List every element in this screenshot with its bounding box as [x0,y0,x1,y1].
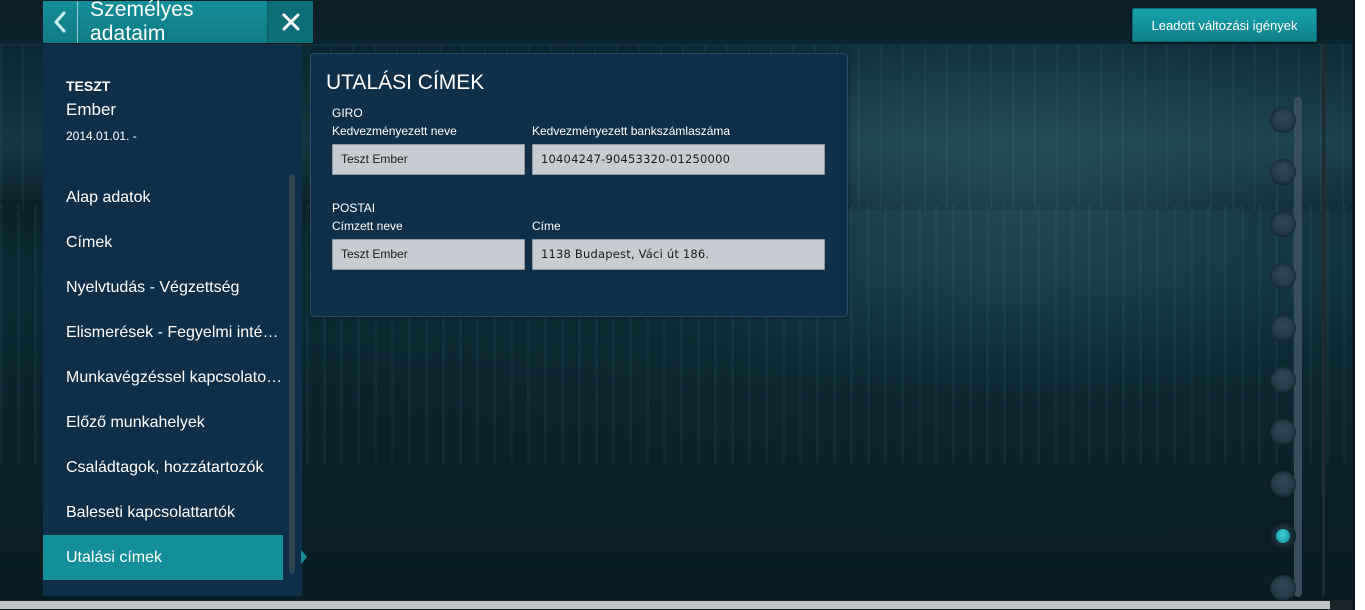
page-title: Személyes adataim [90,0,194,45]
back-button[interactable] [43,1,78,43]
sidebar-item-label: Címek [66,234,113,251]
recipient-address-label: Címe [532,219,561,233]
sidebar-item-label: Előző munkahelyek [66,414,205,431]
sidebar-item[interactable]: Alap adatok [43,175,283,220]
sidebar-item-label: Nyelvtudás - Végzettség [66,279,240,296]
sidebar-item[interactable]: Címek [43,220,283,265]
bank-address-card: UTALÁSI CÍMEK GIRO Kedvezményezett neve … [310,53,848,317]
sidebar-item-label: Baleseti kapcsolattartók [66,504,235,521]
card-title: UTALÁSI CÍMEK [326,71,485,94]
sidebar-scrollbar[interactable] [289,174,295,574]
horizontal-scrollbar-thumb[interactable] [0,601,1330,609]
sidebar-item[interactable]: Baleseti kapcsolattartók [43,490,283,535]
sidebar-item-label: Utalási címek [66,549,163,566]
page-dot[interactable] [1270,315,1296,341]
recipient-name-label: Címzett neve [332,219,403,233]
sidebar-item-label: Alap adatok [66,189,151,206]
page-dot[interactable] [1270,419,1296,445]
sidebar-item[interactable]: Elismerések - Fegyelmi intézke. [43,310,283,355]
sidebar-item-label: Elismerések - Fegyelmi intézke. [66,324,283,341]
sidebar-item[interactable]: Nyelvtudás - Végzettség [43,265,283,310]
close-icon [282,13,299,31]
beneficiary-account-label: Kedvezményezett bankszámlaszáma [532,124,731,138]
sidebar-item-label: Munkavégzéssel kapcsolatos ... [66,369,283,386]
window-edge [1352,0,1365,610]
page-dot-active[interactable] [1270,523,1296,549]
user-first-name: Ember [66,100,117,119]
user-date-range: 2014.01.01. - [66,129,137,143]
sidebar-nav: Alap adatok Címek Nyelvtudás - Végzettség E… [43,175,307,580]
page-dot[interactable] [1270,575,1296,601]
close-button[interactable] [267,1,313,43]
page-dot[interactable] [1270,159,1296,185]
user-last-name: TESZT [66,78,111,94]
sidebar-item-label: Családtagok, hozzátartozók [66,459,264,476]
page-dot[interactable] [1270,211,1296,237]
sidebar-item[interactable]: Előző munkahelyek [43,400,283,445]
page-dot[interactable] [1270,107,1296,133]
recipient-name-field[interactable]: Teszt Ember [332,239,525,270]
change-requests-button[interactable]: Leadott változási igények [1132,8,1317,42]
recipient-address-field[interactable]: 1138 Budapest, Váci út 186. [532,239,825,270]
page-dot[interactable] [1270,263,1296,289]
title-panel: Személyes adataim [43,0,313,45]
beneficiary-name-label: Kedvezményezett neve [332,124,457,138]
sidebar-item[interactable]: Utalási címek [43,535,307,580]
page-dot[interactable] [1270,367,1296,393]
right-frame [1322,44,1325,596]
sidebar-item[interactable]: Munkavégzéssel kapcsolatos ... [43,355,283,400]
chevron-left-icon [54,11,66,33]
giro-section-label: GIRO [332,106,363,120]
user-info: TESZT Ember 2014.01.01. - [66,78,137,143]
sidebar: TESZT Ember 2014.01.01. - Alap adatok Cím… [43,44,307,596]
sidebar-item[interactable]: Családtagok, hozzátartozók [43,445,283,490]
beneficiary-name-field[interactable]: Teszt Ember [332,144,525,175]
postai-section-label: POSTAI [332,201,376,215]
beneficiary-account-field[interactable]: 10404247-90453320-01250000 [532,144,825,175]
page-dot[interactable] [1270,471,1296,497]
